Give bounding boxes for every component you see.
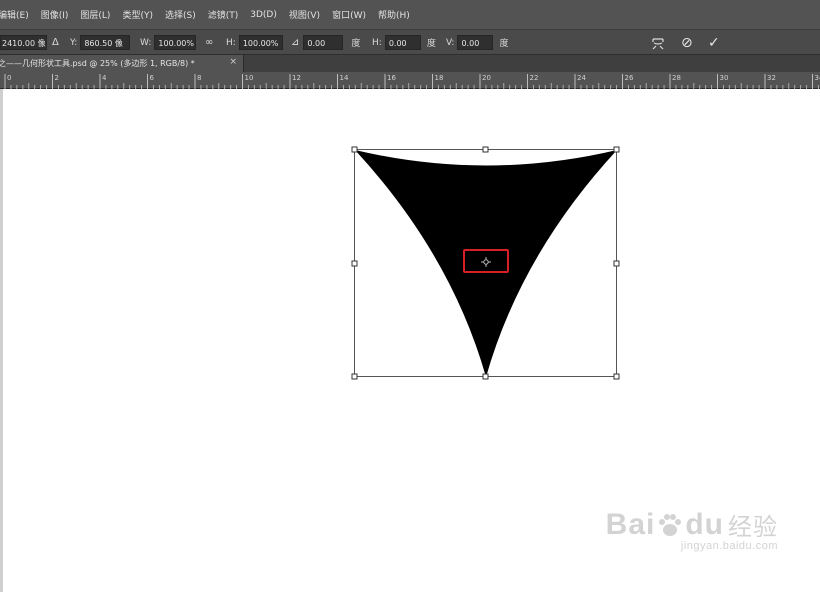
- x-position-field[interactable]: 2410.00 像: [0, 35, 47, 50]
- ruler-label: 6: [150, 74, 155, 82]
- handle-bottom-right: [614, 374, 619, 379]
- handle-middle-left: [352, 261, 357, 266]
- v-skew-unit: 度: [499, 36, 508, 49]
- close-tab-icon[interactable]: ×: [229, 57, 237, 67]
- ruler-label: 28: [672, 74, 681, 82]
- h-skew-label: H:: [372, 38, 382, 48]
- baidu-jingyan-watermark: Bai du 经验 jingyan.baidu.com: [606, 507, 778, 552]
- handle-top-right: [614, 147, 619, 152]
- y-label: Y:: [70, 38, 77, 48]
- ruler-label: 34: [815, 74, 820, 82]
- menu-edit[interactable]: 编辑(E): [0, 8, 29, 21]
- commit-icon: ✓: [708, 35, 720, 51]
- height-field[interactable]: 100.00%: [239, 35, 283, 50]
- rotation-field[interactable]: 0.00: [303, 35, 343, 50]
- ruler-ticks: 0246810121416182022242628303234: [0, 72, 820, 89]
- menu-layer[interactable]: 图层(L): [80, 8, 110, 21]
- cancel-transform-button[interactable]: ⊘: [681, 33, 693, 52]
- ruler-label: 32: [767, 74, 776, 82]
- ruler-label: 12: [292, 74, 301, 82]
- ruler-label: 2: [55, 74, 59, 82]
- ruler-label: 22: [530, 74, 539, 82]
- concave-triangle-shape: [355, 150, 617, 377]
- transform-options-bar: 2410.00 像 Δ Y: 860.50 像 W: 100.00% ∞ H: …: [0, 30, 820, 55]
- h-skew-unit: 度: [427, 36, 436, 49]
- handle-bottom-center: [483, 374, 488, 379]
- handle-middle-right: [614, 261, 619, 266]
- ruler-label: 16: [387, 74, 396, 82]
- menu-select[interactable]: 选择(S): [165, 8, 196, 21]
- width-field[interactable]: 100.00%: [154, 35, 196, 50]
- w-label: W:: [140, 38, 151, 48]
- menu-view[interactable]: 视图(V): [289, 8, 320, 21]
- commit-transform-button[interactable]: ✓: [708, 33, 720, 52]
- menu-help[interactable]: 帮助(H): [378, 8, 410, 21]
- menu-type[interactable]: 类型(Y): [122, 8, 153, 21]
- document-tab-title: 之——几何形状工具.psd @ 25% (多边形 1, RGB/8) *: [0, 58, 195, 69]
- warp-icon: [650, 35, 666, 51]
- document-tab-strip: 之——几何形状工具.psd @ 25% (多边形 1, RGB/8) * ×: [0, 55, 820, 72]
- ruler-label: 26: [625, 74, 634, 82]
- v-skew-label: V:: [446, 38, 454, 48]
- document-tab[interactable]: 之——几何形状工具.psd @ 25% (多边形 1, RGB/8) * ×: [0, 55, 244, 72]
- handle-bottom-left: [352, 374, 357, 379]
- ruler-label: 8: [197, 74, 201, 82]
- ruler-label: 18: [435, 74, 444, 82]
- watermark-url: jingyan.baidu.com: [606, 540, 778, 552]
- ruler-label: 10: [245, 74, 254, 82]
- ruler-label: 24: [577, 74, 586, 82]
- menu-bar: 编辑(E) 图像(I) 图层(L) 类型(Y) 选择(S) 滤镜(T) 3D(D…: [0, 0, 820, 30]
- v-skew-field[interactable]: 0.00: [457, 35, 493, 50]
- h-label: H:: [226, 38, 236, 48]
- watermark-brand-2: du: [685, 508, 724, 542]
- ruler-label: 14: [340, 74, 349, 82]
- ruler-label: 0: [7, 74, 11, 82]
- handle-top-center: [483, 147, 488, 152]
- menu-filter[interactable]: 滤镜(T): [208, 8, 239, 21]
- menu-3d[interactable]: 3D(D): [250, 10, 277, 20]
- ruler-label: 20: [482, 74, 491, 82]
- handle-top-left: [352, 147, 357, 152]
- paw-icon: [655, 510, 685, 540]
- menu-window[interactable]: 窗口(W): [332, 8, 366, 21]
- cancel-icon: ⊘: [681, 35, 693, 51]
- ruler-label: 4: [102, 74, 107, 82]
- h-skew-field[interactable]: 0.00: [385, 35, 421, 50]
- y-position-field[interactable]: 860.50 像: [80, 35, 130, 50]
- watermark-brand: Bai: [606, 508, 656, 542]
- horizontal-ruler[interactable]: 0246810121416182022242628303234: [0, 72, 820, 89]
- menu-image[interactable]: 图像(I): [41, 8, 69, 21]
- ruler-label: 30: [720, 74, 729, 82]
- delta-icon[interactable]: Δ: [52, 37, 59, 48]
- angle-icon: ⊿: [291, 37, 299, 48]
- rotation-unit: 度: [351, 36, 360, 49]
- document-canvas[interactable]: Bai du 经验 jingyan.baidu.com: [3, 89, 820, 592]
- warp-mode-icon[interactable]: [650, 33, 666, 52]
- link-icon[interactable]: ∞: [205, 37, 213, 48]
- watermark-brand-cn: 经验: [728, 507, 778, 542]
